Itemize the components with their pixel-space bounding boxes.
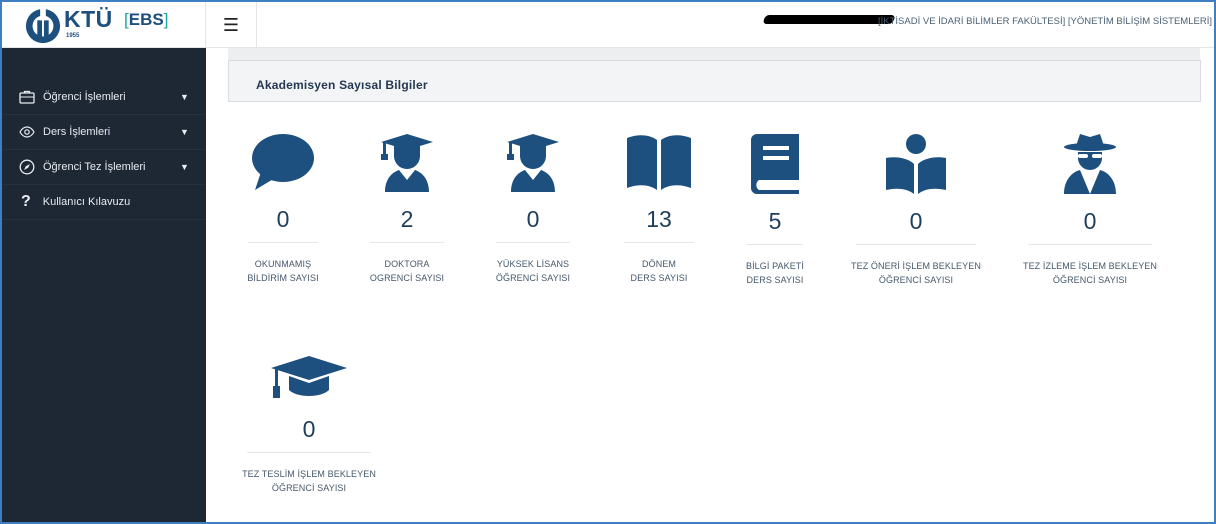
stat-divider (247, 452, 371, 453)
spy-icon (1064, 134, 1116, 194)
brand-logo[interactable]: KTÜ 1955 [EBS] (2, 2, 206, 48)
stat-value: 5 (768, 208, 782, 234)
stat-divider (1028, 244, 1152, 245)
stat-divider (370, 242, 444, 243)
stat-thesis-proposal-pending[interactable]: 0 TEZ ÖNERİ İŞLEM BEKLEYEN ÖĞRENCİ SAYISI (840, 132, 992, 287)
stat-info-package-courses[interactable]: 5 BİLGİ PAKETİ DERS SAYISI (728, 132, 822, 287)
stat-thesis-monitoring-pending[interactable]: 0 TEZ İZLEME İŞLEM BEKLEYEN ÖĞRENCİ SAYIS… (1014, 132, 1166, 287)
stat-caption: TEZ İZLEME İŞLEM BEKLEYEN ÖĞRENCİ SAYISI (1022, 261, 1158, 285)
stat-caption: DÖNEM DERS SAYISI (630, 259, 688, 283)
stat-value: 0 (1083, 208, 1097, 234)
system-name: [EBS] (124, 10, 169, 29)
graduate-student-icon (507, 134, 559, 192)
stat-thesis-submission-pending[interactable]: 0 TEZ TESLİM İŞLEM BEKLEYEN ÖĞRENCİ SAYIS… (234, 354, 384, 495)
stat-semester-courses[interactable]: 13 DÖNEM DERS SAYISI (612, 132, 706, 285)
sidebar-item-label: Kullanıcı Kılavuzu (42, 196, 131, 208)
sidebar-item-ogrenci-tez-islemleri[interactable]: Öğrenci Tez İşlemleri ▼ (2, 150, 206, 185)
stat-value: 13 (646, 206, 672, 232)
graduation-cap-icon (271, 356, 347, 398)
stat-value: 0 (909, 208, 923, 234)
logo-year: 1955 (66, 33, 80, 39)
chevron-down-icon: ▼ (180, 92, 189, 102)
chevron-down-icon: ▼ (180, 162, 189, 172)
faculty-label: [İKTİSADİ VE İDARİ BİLİMLER FAKÜLTESİ] (877, 16, 1066, 27)
panel-title: Akademisyen Sayısal Bilgiler (256, 78, 428, 92)
hamburger-icon: ☰ (222, 14, 240, 35)
sidebar: KTÜ 1955 [EBS] Öğrenci İşlemleri ▼ Ders … (2, 2, 206, 522)
sidebar-item-label: Ders İşlemleri (43, 126, 111, 138)
graduate-student-icon (381, 134, 433, 192)
stat-caption: DOKTORA OGRENCİ SAYISI (369, 259, 445, 283)
logo-text: KTÜ (64, 6, 113, 32)
panel-header: Akademisyen Sayısal Bilgiler (228, 60, 1201, 102)
stat-divider (248, 242, 318, 243)
stat-caption: TEZ ÖNERİ İŞLEM BEKLEYEN ÖĞRENCİ SAYISI (851, 261, 981, 285)
stat-value: 0 (276, 206, 290, 232)
stat-value: 0 (302, 416, 316, 442)
reader-icon (886, 134, 946, 194)
app-frame: KTÜ 1955 [EBS] Öğrenci İşlemleri ▼ Ders … (0, 0, 1216, 524)
stat-caption: YÜKSEK LİSANS ÖĞRENCİ SAYISI (495, 259, 571, 283)
redacted-user-name (762, 15, 896, 24)
stat-caption: OKUNMAMIŞ BİLDİRİM SAYISI (247, 259, 319, 283)
stat-value: 0 (526, 206, 540, 232)
speech-bubble-icon (252, 134, 314, 190)
briefcase-icon (19, 89, 35, 105)
department-label: [YÖNETİM BİLİŞİM SİSTEMLERİ] (1067, 16, 1212, 27)
open-book-icon (627, 135, 691, 190)
sidebar-item-kullanici-kilavuzu[interactable]: ? Kullanıcı Kılavuzu (2, 185, 206, 220)
compass-icon (19, 159, 35, 175)
stat-caption: BİLGİ PAKETİ DERS SAYISI (745, 261, 805, 285)
stat-value: 2 (400, 206, 414, 232)
chevron-down-icon: ▼ (180, 127, 189, 137)
stat-divider (747, 244, 803, 245)
sidebar-item-label: Öğrenci İşlemleri (43, 91, 126, 103)
stat-doctorate-students[interactable]: 2 DOKTORA OGRENCİ SAYISI (360, 132, 454, 285)
hamburger-menu-button[interactable]: ☰ (206, 2, 257, 48)
top-bar: ☰ [İKTİSADİ VE İDARİ BİLİMLER FAKÜLTESİ]… (206, 2, 1214, 48)
stat-divider (856, 244, 976, 245)
stat-divider (624, 242, 694, 243)
user-affiliation: [İKTİSADİ VE İDARİ BİLİMLER FAKÜLTESİ] [… (878, 16, 1212, 27)
stat-unread-notifications[interactable]: 0 OKUNMAMIŞ BİLDİRİM SAYISI (236, 132, 330, 285)
sidebar-item-label: Öğrenci Tez İşlemleri (43, 161, 146, 173)
sidebar-item-ders-islemleri[interactable]: Ders İşlemleri ▼ (2, 115, 206, 150)
content-top-strip (228, 48, 1200, 60)
closed-book-icon (751, 134, 799, 194)
stat-masters-students[interactable]: 0 YÜKSEK LİSANS ÖĞRENCİ SAYISI (486, 132, 580, 285)
ktu-logo-icon (25, 7, 61, 44)
sidebar-menu: Öğrenci İşlemleri ▼ Ders İşlemleri ▼ Öğr… (2, 80, 206, 220)
sidebar-item-ogrenci-islemleri[interactable]: Öğrenci İşlemleri ▼ (2, 80, 206, 115)
stat-divider (496, 242, 570, 243)
question-icon: ? (21, 193, 31, 210)
eye-icon (19, 124, 35, 140)
main-content: Akademisyen Sayısal Bilgiler 0 OKUNMAMIŞ… (206, 48, 1214, 522)
stat-caption: TEZ TESLİM İŞLEM BEKLEYEN ÖĞRENCİ SAYISI (242, 469, 376, 493)
